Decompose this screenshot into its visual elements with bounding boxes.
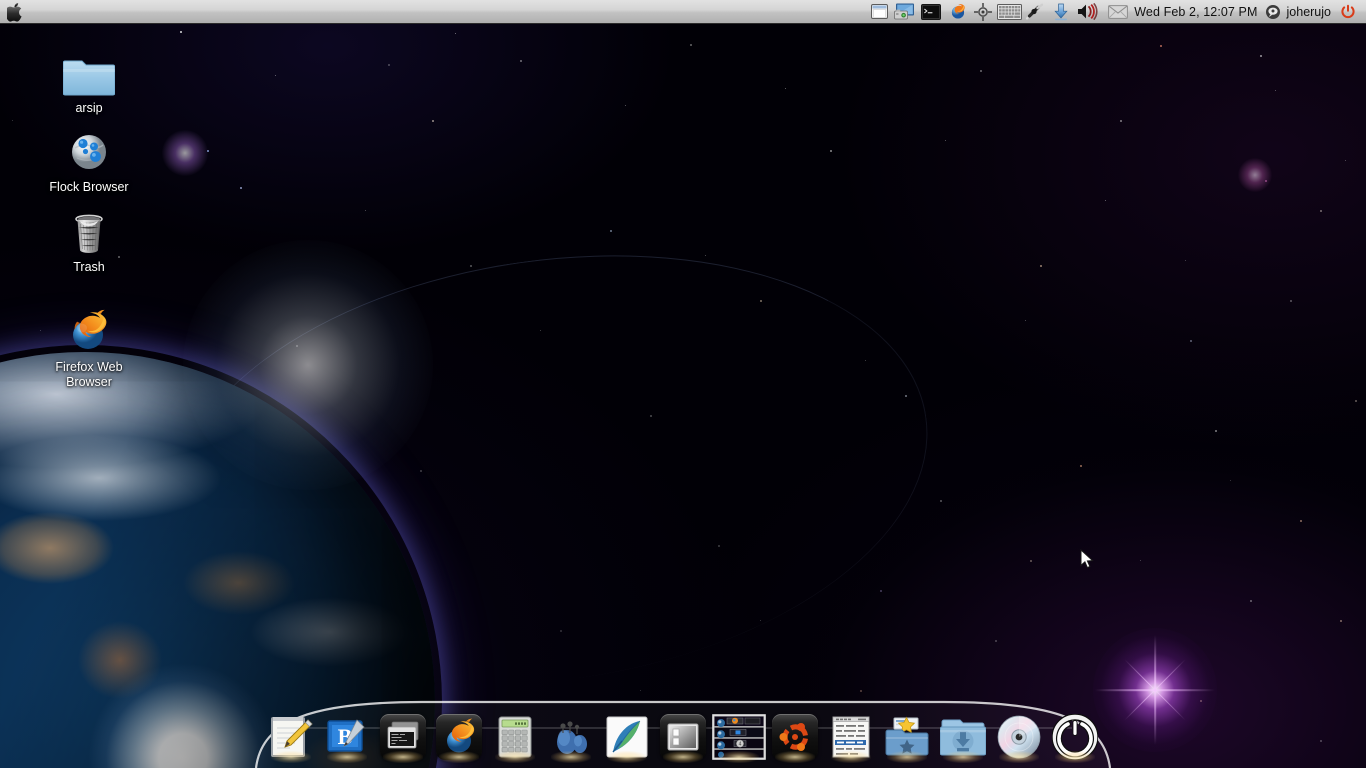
impress-icon <box>660 714 706 760</box>
stylus-icon[interactable] <box>1022 1 1048 23</box>
ubuntu-logo-icon <box>772 714 818 760</box>
notepad-pencil-icon <box>268 714 314 760</box>
calculator-icon <box>492 714 538 760</box>
folder-download-icon <box>939 714 987 760</box>
dock-items: B 4 <box>252 713 1114 763</box>
screenshot-icon[interactable] <box>892 1 918 23</box>
document-list-icon <box>828 714 874 760</box>
desktop-icon-label: Trash <box>73 260 105 274</box>
firefox-icon <box>33 304 145 356</box>
dock-item-ubuntu[interactable] <box>771 714 819 763</box>
dock-item-text-editor[interactable] <box>267 714 315 763</box>
desktop-icon-firefox[interactable]: Firefox Web Browser <box>33 304 145 390</box>
desktop-icon-arsip[interactable]: arsip <box>33 45 145 116</box>
desktop-icon-flock-browser[interactable]: Flock Browser <box>33 124 145 195</box>
svg-text:4: 4 <box>739 742 742 748</box>
dock-item-shutdown[interactable] <box>1051 713 1099 763</box>
dock-item-pidgin[interactable] <box>547 714 595 763</box>
trash-icon <box>33 204 145 256</box>
desktop-icon-trash[interactable]: Trash <box>33 204 145 275</box>
flock-browser-icon <box>33 124 145 176</box>
dock-item-workspace-switcher[interactable]: 4 <box>712 714 766 763</box>
bluefish-b-icon: B <box>324 714 370 760</box>
volume-icon[interactable] <box>1074 1 1104 23</box>
dock-item-gedit[interactable] <box>603 714 651 763</box>
terminal-icon[interactable] <box>918 1 944 23</box>
desktop-icon-label: Flock Browser <box>49 180 129 194</box>
dock-item-disc[interactable] <box>995 714 1043 763</box>
power-dock-icon <box>1051 713 1099 761</box>
dock-item-terminal[interactable] <box>379 714 427 763</box>
dock-item-system-monitor[interactable] <box>827 714 875 763</box>
window-list-icon[interactable] <box>866 1 892 23</box>
folder-star-icon <box>884 714 930 760</box>
desktop-icon-label: arsip <box>75 101 103 115</box>
dock[interactable]: B 4 <box>252 684 1114 768</box>
apple-menu-icon[interactable] <box>7 2 24 22</box>
top-menu-bar[interactable]: Wed Feb 2, 12:07 PM joherujo <box>0 0 1366 24</box>
pidgin-icon <box>548 714 594 760</box>
mail-icon[interactable] <box>1104 1 1132 23</box>
onscreen-keyboard-icon[interactable] <box>996 1 1022 23</box>
disc-icon <box>996 714 1042 760</box>
dock-item-firefox[interactable] <box>435 714 483 763</box>
pink-star-glow <box>1238 158 1272 192</box>
download-icon[interactable] <box>1048 1 1074 23</box>
terminal-window-icon <box>380 714 426 760</box>
feather-icon <box>604 714 650 760</box>
user-status-icon[interactable] <box>1262 1 1284 23</box>
folder-icon <box>33 45 145 97</box>
dock-item-presentation[interactable] <box>659 714 707 763</box>
firefox-tray-icon[interactable] <box>944 1 970 23</box>
dock-item-bookmarks[interactable] <box>883 714 931 763</box>
dock-item-downloads[interactable] <box>939 714 987 763</box>
dock-item-calculator[interactable] <box>491 714 539 763</box>
firefox-icon <box>436 714 482 760</box>
power-icon[interactable] <box>1337 1 1359 23</box>
dock-item-bluefish[interactable]: B <box>323 714 371 763</box>
desktop-wallpaper[interactable] <box>0 0 1366 768</box>
desktop-icon-label: Firefox Web Browser <box>55 360 123 389</box>
menubar-tray: Wed Feb 2, 12:07 PM joherujo <box>866 1 1366 23</box>
crosshair-icon[interactable] <box>970 1 996 23</box>
workspace-switcher-icon: 4 <box>712 714 766 760</box>
menubar-username[interactable]: joherujo <box>1284 5 1337 19</box>
menubar-clock[interactable]: Wed Feb 2, 12:07 PM <box>1132 5 1261 19</box>
blue-star-glow <box>162 130 208 176</box>
